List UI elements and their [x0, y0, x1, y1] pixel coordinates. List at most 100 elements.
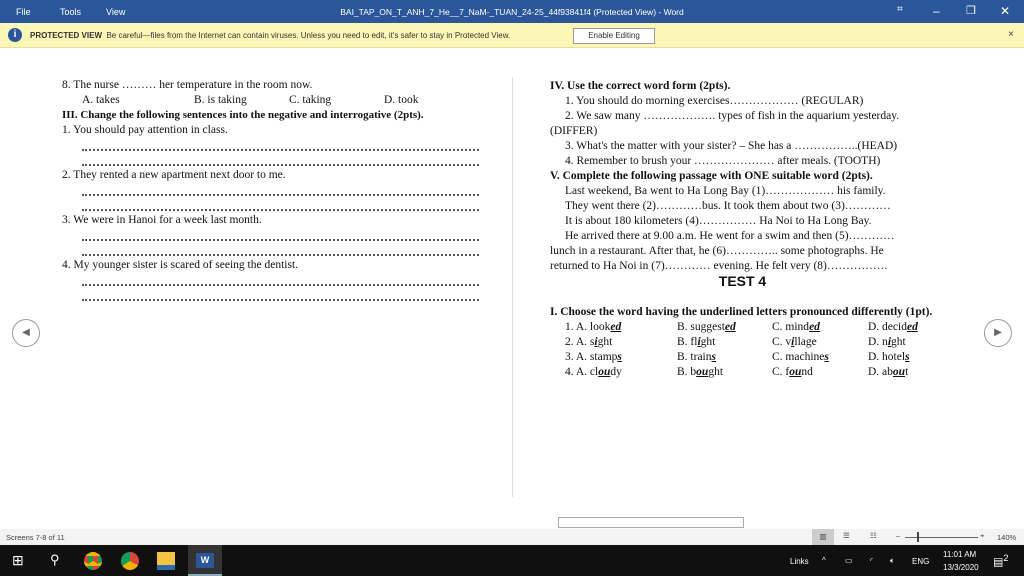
file-explorer-icon[interactable] [157, 552, 175, 570]
title-bar: File Tools View BAI_TAP_ON_T_ANH_7_He__7… [0, 0, 1024, 23]
print-layout-icon[interactable]: ☰ [843, 531, 850, 540]
zoom-slider[interactable] [905, 537, 978, 538]
restore-button[interactable]: ❐ [966, 4, 976, 17]
word-form-item: 3. What's the matter with your sister? –… [565, 140, 898, 152]
links-toolbar[interactable]: Links [790, 557, 809, 566]
read-mode-icon[interactable]: ▥ [812, 529, 834, 545]
show-hidden-icons[interactable]: ^ [822, 556, 826, 565]
zoom-out-button[interactable]: – [896, 531, 900, 540]
underlined-letters: ou [789, 366, 802, 378]
page-divider [512, 77, 513, 497]
underlined-letters: s [905, 351, 910, 363]
word-option: B. bought [677, 365, 772, 380]
wifi-icon[interactable]: ◜ [870, 556, 873, 565]
zoom-in-button[interactable]: + [980, 531, 984, 540]
previous-screen-button[interactable]: ◀ [12, 319, 40, 347]
word-option: B. trains [677, 350, 772, 365]
word-part: B. fl [677, 336, 698, 348]
close-bar-icon[interactable]: × [1008, 29, 1014, 40]
word-option: C. minded [772, 320, 868, 335]
web-layout-icon[interactable]: ☷ [870, 531, 877, 540]
option: A. takes [82, 94, 120, 106]
section-4-heading: IV. Use the correct word form (2pts). [550, 80, 731, 92]
item: 4. My younger sister is scared of seeing… [62, 259, 299, 271]
language-indicator[interactable]: ENG [912, 557, 929, 566]
passage-line: It is about 180 kilometers (4)…………… Ha N… [565, 215, 872, 227]
word-option: D. about [868, 365, 948, 380]
option: D. took [384, 94, 419, 106]
word-taskbar-button[interactable]: W [188, 545, 222, 576]
section-3-heading: III. Change the following sentences into… [62, 109, 424, 121]
word-part: t [905, 366, 909, 378]
underlined-letters: ou [598, 366, 611, 378]
underlined-letters: ou [696, 366, 709, 378]
option: B. is taking [194, 94, 247, 106]
underlined-letters: ou [892, 366, 906, 378]
underlined-letters: s [617, 351, 622, 363]
answer-line [82, 153, 479, 166]
enable-editing-button[interactable]: Enable Editing [573, 28, 655, 44]
chrome-icon[interactable] [84, 552, 102, 570]
passage-line: Last weekend, Ba went to Ha Long Bay (1)… [565, 185, 886, 197]
word-part: D. ab [868, 366, 893, 378]
pronunciation-row: 4. A. cloudy B. bought C. found D. about [550, 365, 965, 380]
word-part: B. suggest [677, 321, 725, 333]
word-option: B. flight [677, 335, 772, 350]
volume-icon[interactable]: 🔈︎ [890, 556, 895, 566]
search-icon[interactable]: ⚲ [50, 552, 68, 570]
word-option: C. machines [772, 350, 868, 365]
right-page: IV. Use the correct word form (2pts). 1.… [550, 79, 965, 380]
document-area: 8. The nurse ……… her temperature in the … [0, 49, 1024, 529]
word-form-item: 1. You should do morning exercises………………… [565, 95, 864, 107]
section-5-heading: V. Complete the following passage with O… [550, 170, 873, 182]
underlined-letters: s [824, 351, 829, 363]
clock-date[interactable]: 13/3/2020 [943, 563, 979, 572]
read-mode-options-icon[interactable]: ⌗ [897, 4, 903, 15]
word-part: B. b [677, 366, 697, 378]
answer-line [82, 228, 479, 241]
zoom-level: 140% [997, 533, 1017, 542]
word-part: C. mind [772, 321, 810, 333]
word-icon: W [196, 553, 214, 568]
window-title: BAI_TAP_ON_T_ANH_7_He__7_NaM-_TUAN_24-25… [340, 7, 684, 17]
section-1-heading: I. Choose the word having the underlined… [550, 306, 933, 318]
word-part: dy [610, 366, 622, 378]
next-screen-button[interactable]: ▶ [984, 319, 1012, 347]
word-form-item: (DIFFER) [550, 125, 598, 137]
passage-line: returned to Ha Noi in (7)………… evening. H… [550, 260, 888, 272]
action-center-icon[interactable]: ▭ [845, 556, 853, 565]
horizontal-scrollbar[interactable] [558, 517, 744, 528]
word-option: 2. A. sight [565, 335, 677, 350]
underlined-letters: ed [809, 321, 820, 333]
word-part: D. hotel [868, 351, 906, 363]
passage-line: They went there (2)…………bus. It took them… [565, 200, 891, 212]
status-bar: Screens 7-8 of 11 ▥ ☰ ☷ – + 140% [0, 529, 1024, 545]
word-part: nd [801, 366, 813, 378]
word-part: D. decid [868, 321, 907, 333]
word-form-item: 4. Remember to brush your ………………… after … [565, 155, 881, 167]
chrome-icon[interactable] [121, 552, 139, 570]
close-button[interactable]: ✕ [1000, 4, 1010, 18]
underlined-letters: ed [906, 321, 918, 333]
pronunciation-row: 2. A. sight B. flight C. village D. night [550, 335, 965, 350]
word-part: B. train [677, 351, 712, 363]
clock-time[interactable]: 11:01 AM [943, 550, 976, 559]
answer-line [82, 198, 479, 211]
word-part: ght [891, 336, 906, 348]
protected-view-bar: i PROTECTED VIEW Be careful—files from t… [0, 23, 1024, 48]
windows-start-icon[interactable]: ⊞ [12, 552, 30, 570]
notifications-icon[interactable]: ▤2 [993, 553, 1009, 569]
word-option: D. decided [868, 320, 948, 335]
word-option: 1. A. looked [565, 320, 677, 335]
question-8-options: A. takes B. is taking C. taking D. took [62, 93, 487, 108]
zoom-slider-thumb[interactable] [917, 532, 919, 542]
minimize-button[interactable]: – [933, 4, 940, 18]
pronunciation-row: 1. A. looked B. suggested C. minded D. deci… [550, 320, 965, 335]
word-part: llage [794, 336, 817, 348]
word-option: 3. A. stamps [565, 350, 677, 365]
word-part: C. machine [772, 351, 825, 363]
answer-line [82, 273, 479, 286]
word-part: 4. A. cl [565, 366, 599, 378]
passage-line: lunch in a restaurant. After that, he (6… [550, 245, 884, 257]
answer-line [82, 288, 479, 301]
